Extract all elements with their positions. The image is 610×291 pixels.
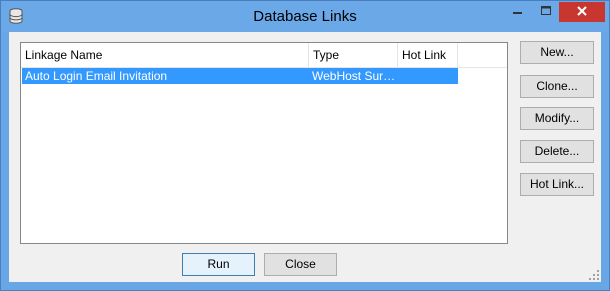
delete-button[interactable]: Delete... [520,140,594,163]
minimize-button[interactable] [504,2,531,22]
column-header-hot-link[interactable]: Hot Link [398,43,458,67]
minimize-icon [512,5,523,19]
row-hot-link [398,68,459,84]
resize-grip-icon[interactable] [588,269,600,281]
column-header-linkage-name[interactable]: Linkage Name [21,43,309,67]
close-button[interactable]: Close [264,253,337,276]
title-bar[interactable]: Database Links [1,1,609,32]
dialog-client-area: Linkage Name Type Hot Link Auto Login Em… [9,32,601,282]
close-window-button[interactable] [559,2,605,22]
list-row-selected[interactable]: Auto Login Email Invitation WebHost Sur… [22,68,458,84]
database-links-list[interactable]: Linkage Name Type Hot Link Auto Login Em… [20,42,508,244]
row-type: WebHost Sur… [312,69,396,83]
new-button[interactable]: New... [520,41,594,64]
run-button[interactable]: Run [182,253,255,276]
column-header-type[interactable]: Type [309,43,398,67]
row-linkage-name: Auto Login Email Invitation [25,69,168,83]
hot-link-button[interactable]: Hot Link... [520,173,594,196]
list-header: Linkage Name Type Hot Link [21,43,507,68]
clone-button[interactable]: Clone... [520,75,594,98]
maximize-icon [540,5,551,19]
maximize-button[interactable] [532,2,559,22]
dialog-window: Database Links Linkage Name Type Hot Lin… [0,0,610,291]
close-icon [576,5,588,20]
modify-button[interactable]: Modify... [520,107,594,130]
